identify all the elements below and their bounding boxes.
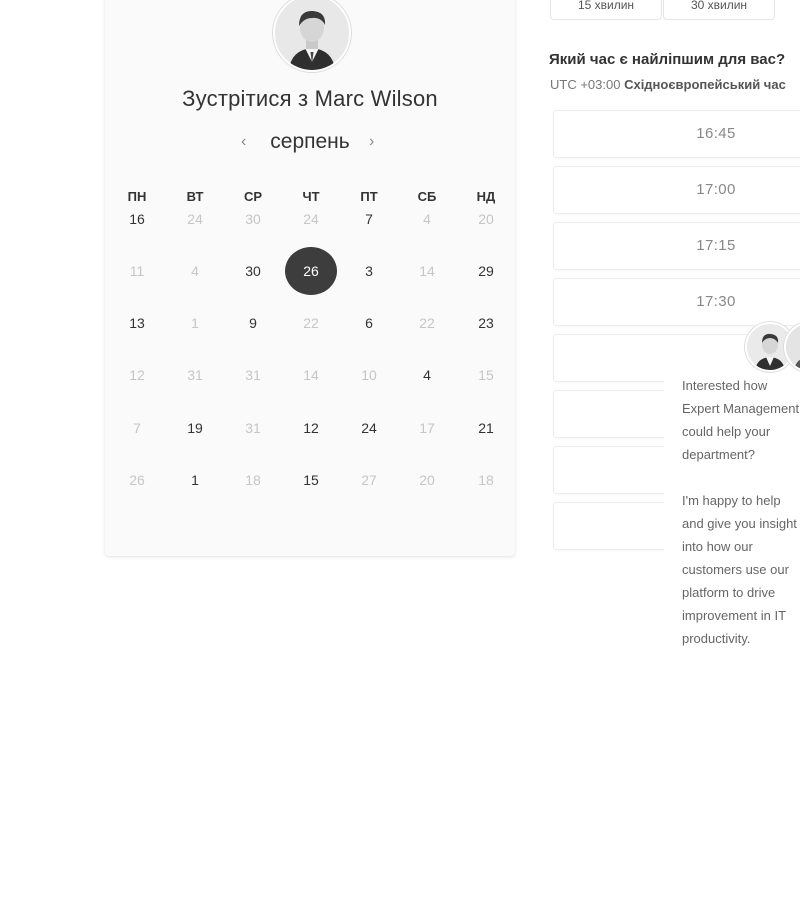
timezone-offset: UTC +03:00 bbox=[550, 77, 621, 92]
calendar-day: 20 bbox=[478, 211, 494, 227]
calendar-day[interactable]: 15 bbox=[291, 470, 331, 490]
calendar-day[interactable]: 6 bbox=[349, 313, 389, 333]
calendar-day[interactable]: 4 bbox=[407, 365, 447, 385]
calendar-day[interactable]: 19 bbox=[175, 418, 215, 438]
calendar-day: 22 bbox=[303, 315, 319, 331]
calendar-day[interactable]: 29 bbox=[466, 261, 506, 281]
calendar-day: 22 bbox=[419, 315, 435, 331]
duration-30-option[interactable]: 30 хвилин bbox=[663, 0, 775, 20]
calendar-day: 18 bbox=[478, 472, 494, 488]
calendar-day: 1 bbox=[191, 315, 199, 331]
calendar-day: 31 bbox=[245, 367, 261, 383]
calendar-day: 15 bbox=[478, 367, 494, 383]
calendar-day: 26 bbox=[129, 472, 145, 488]
calendar-day: 20 bbox=[419, 472, 435, 488]
timezone-name: Східноєвропейський час bbox=[624, 77, 786, 92]
time-slot[interactable]: 17:30 bbox=[553, 278, 800, 326]
chevron-right-icon[interactable]: › bbox=[369, 133, 374, 151]
weekday-header: СБ bbox=[417, 189, 437, 204]
calendar-day: 4 bbox=[191, 263, 199, 279]
meeting-title: Зустрітися з Marc Wilson bbox=[182, 86, 438, 111]
time-slot-label: 16:45 bbox=[696, 125, 736, 142]
calendar-day[interactable]: 16 bbox=[117, 209, 157, 229]
calendar-day: 11 bbox=[129, 263, 145, 279]
time-slot[interactable]: 16:45 bbox=[553, 110, 800, 158]
calendar-day[interactable]: 21 bbox=[466, 418, 506, 438]
month-navigation: ‹ серпень › bbox=[105, 130, 515, 160]
calendar-day[interactable]: 30 bbox=[233, 261, 273, 281]
time-slot-label: 17:30 bbox=[696, 293, 736, 310]
weekday-header: СР bbox=[243, 189, 263, 204]
time-slot[interactable]: 17:00 bbox=[553, 166, 800, 214]
weekday-header: ЧТ bbox=[302, 189, 320, 204]
calendar-day: 10 bbox=[361, 367, 377, 383]
weekday-header: ВТ bbox=[186, 189, 204, 204]
duration-15-option[interactable]: 15 хвилин bbox=[550, 0, 662, 20]
weekday-header: ПН bbox=[127, 189, 147, 204]
month-label: серпень bbox=[270, 130, 350, 153]
calendar-day: 12 bbox=[129, 367, 145, 383]
calendar-day: 14 bbox=[419, 263, 435, 279]
calendar-day[interactable]: 12 bbox=[291, 418, 331, 438]
calendar-day: 31 bbox=[187, 367, 203, 383]
calendar-day: 27 bbox=[361, 472, 377, 488]
calendar-day[interactable]: 7 bbox=[349, 209, 389, 229]
calendar-day-selected[interactable]: 26 bbox=[285, 247, 337, 295]
calendar-day: 24 bbox=[303, 211, 319, 227]
time-slot-label: 17:00 bbox=[696, 181, 736, 198]
calendar-day[interactable]: 1 bbox=[175, 470, 215, 490]
calendar-day: 7 bbox=[133, 420, 141, 436]
calendar-day: 18 bbox=[245, 472, 261, 488]
calendar-day[interactable]: 13 bbox=[117, 313, 157, 333]
calendar-day[interactable]: 23 bbox=[466, 313, 506, 333]
weekday-header: НД bbox=[476, 189, 496, 204]
time-question: Який час є найліпшим для вас? bbox=[549, 51, 786, 68]
calendar-day: 30 bbox=[245, 211, 261, 227]
timezone-label[interactable]: UTC +03:00 Східноєвропейський час bbox=[550, 77, 786, 92]
calendar-day[interactable]: 9 bbox=[233, 313, 273, 333]
calendar-day: 14 bbox=[303, 367, 319, 383]
calendar-day[interactable]: 3 bbox=[349, 261, 389, 281]
calendar-day: 24 bbox=[187, 211, 203, 227]
time-slot[interactable]: 17:15 bbox=[553, 222, 800, 270]
calendar-day: 4 bbox=[423, 211, 431, 227]
calendar-day: 31 bbox=[245, 420, 261, 436]
time-slot-label: 17:15 bbox=[696, 237, 736, 254]
weekday-header: ПТ bbox=[360, 189, 378, 204]
calendar-day: 17 bbox=[419, 420, 435, 436]
calendar-day[interactable]: 24 bbox=[349, 418, 389, 438]
chat-message: Interested how Expert Management could h… bbox=[682, 378, 800, 646]
